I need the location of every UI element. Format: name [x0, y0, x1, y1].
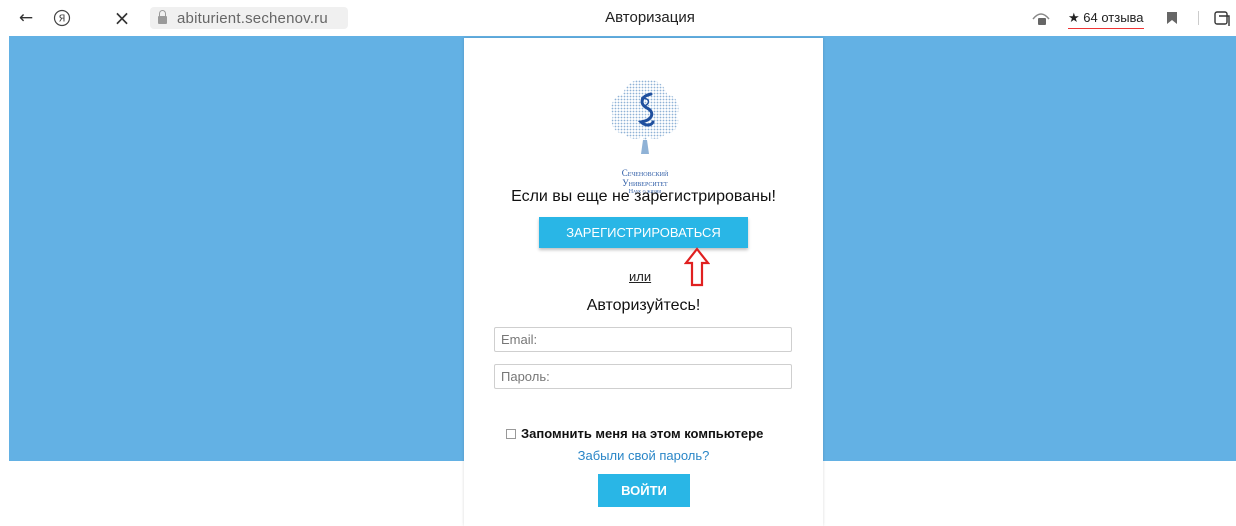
- protect-shape: [1032, 13, 1050, 25]
- toolbar-divider: [1198, 11, 1199, 25]
- reviews-label: ★ 64 отзыва: [1068, 10, 1144, 25]
- remember-label: Запомнить меня на этом компьютере: [521, 426, 764, 441]
- remember-checkbox[interactable]: [506, 428, 516, 439]
- tree-logo-icon: [611, 79, 679, 154]
- email-field[interactable]: [494, 327, 792, 352]
- login-heading: Авторизуйтесь!: [586, 297, 701, 314]
- password-field[interactable]: [494, 364, 792, 389]
- logo-line2: Университет: [622, 178, 668, 188]
- svg-text:Я: Я: [59, 14, 66, 25]
- yandex-circle-icon: Я: [53, 9, 71, 27]
- reader-shape: [1214, 11, 1230, 26]
- register-heading: Если вы еще не зарегистрированы!: [511, 188, 776, 205]
- red-arrow-annotation-icon: [684, 247, 710, 287]
- protect-icon[interactable]: [1030, 8, 1052, 28]
- auth-card: Сеченовский Университет Наук о жизни Есл…: [464, 38, 823, 526]
- lock-icon: [158, 10, 167, 24]
- reviews-underline: [1068, 28, 1144, 29]
- forgot-password-link[interactable]: Забыли свой пароль?: [464, 448, 823, 463]
- logo-line1: Сеченовский: [621, 168, 669, 178]
- page-title: Авторизация: [605, 9, 695, 26]
- reader-mode-icon[interactable]: [1212, 8, 1232, 28]
- back-arrow-icon[interactable]: ←: [16, 8, 36, 28]
- university-logo: Сеченовский Университет Наук о жизни: [605, 74, 685, 195]
- yandex-icon[interactable]: Я: [52, 8, 72, 28]
- browser-toolbar: ← Я × abiturient.sechenov.ru Авторизация…: [0, 0, 1236, 36]
- close-icon[interactable]: ×: [112, 6, 132, 30]
- bookmark-icon[interactable]: [1164, 8, 1180, 28]
- or-link[interactable]: или: [629, 269, 651, 284]
- remember-me-row[interactable]: Запомнить меня на этом компьютере: [506, 426, 763, 441]
- address-bar[interactable]: abiturient.sechenov.ru: [150, 7, 348, 29]
- login-button[interactable]: ВОЙТИ: [598, 474, 690, 507]
- register-button[interactable]: ЗАРЕГИСТРИРОВАТЬСЯ: [539, 217, 748, 248]
- bookmark-shape: [1167, 12, 1177, 24]
- reviews-link[interactable]: ★ 64 отзыва: [1068, 10, 1144, 29]
- url-text: abiturient.sechenov.ru: [177, 9, 328, 27]
